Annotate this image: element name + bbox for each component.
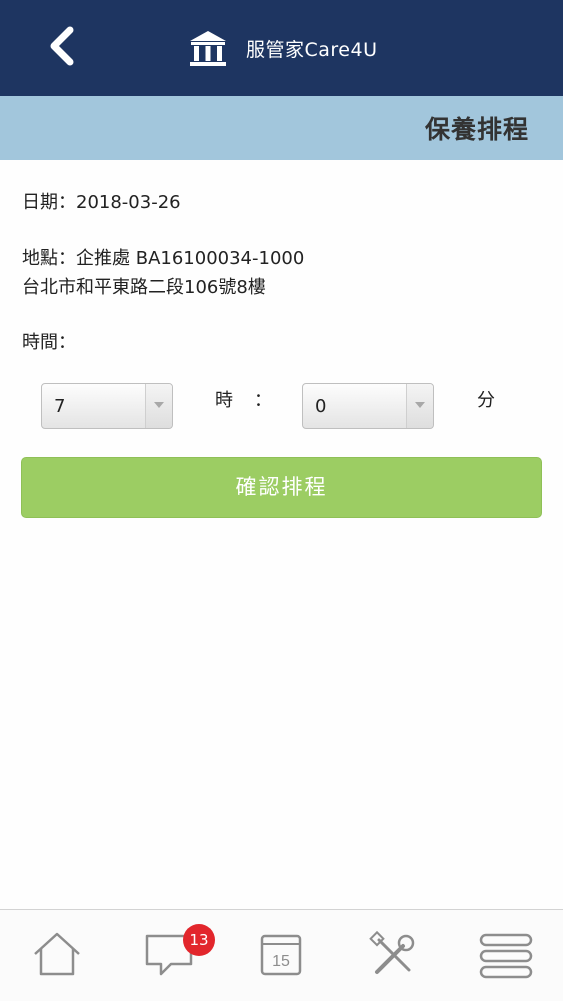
back-button[interactable] bbox=[40, 22, 90, 72]
top-nav-bar: 服管家Care4U bbox=[0, 0, 563, 96]
page-title: 保養排程 bbox=[424, 115, 529, 144]
tools-icon bbox=[369, 930, 415, 974]
chevron-down-icon bbox=[415, 402, 425, 408]
minute-select-value: 0 bbox=[315, 396, 327, 417]
minute-select-arrow bbox=[406, 384, 433, 428]
location-text: 地點：企推處 BA16100034-1000 bbox=[22, 248, 305, 269]
time-separator: ： bbox=[254, 390, 272, 411]
menu-icon bbox=[479, 933, 533, 979]
chevron-left-icon bbox=[50, 26, 74, 66]
minute-unit-label: 分 bbox=[477, 390, 495, 411]
tab-maintenance[interactable] bbox=[365, 928, 421, 984]
hour-select-value: 7 bbox=[54, 396, 66, 417]
chevron-down-icon bbox=[154, 402, 164, 408]
home-icon bbox=[34, 932, 80, 976]
calendar-day-number: 15 bbox=[272, 953, 290, 970]
section-header: 保養排程 bbox=[0, 96, 563, 160]
hour-select[interactable]: 7 bbox=[41, 383, 173, 429]
app-brand: 服管家Care4U bbox=[188, 28, 378, 68]
address-text: 台北市和平東路二段106號8樓 bbox=[22, 277, 266, 298]
date-text: 日期：2018-03-26 bbox=[22, 192, 181, 213]
bank-building-icon bbox=[190, 31, 226, 66]
tab-home[interactable] bbox=[29, 928, 85, 984]
minute-select[interactable]: 0 bbox=[302, 383, 434, 429]
hour-unit-label: 時 bbox=[215, 390, 233, 411]
calendar-icon: 15 bbox=[260, 934, 302, 976]
time-label: 時間： bbox=[22, 332, 76, 353]
tab-menu[interactable] bbox=[478, 928, 534, 984]
hour-select-arrow bbox=[145, 384, 172, 428]
tab-calendar[interactable]: 15 bbox=[253, 928, 309, 984]
message-count-badge: 13 bbox=[183, 924, 215, 956]
confirm-schedule-button[interactable]: 確認排程 bbox=[21, 457, 542, 518]
app-title: 服管家Care4U bbox=[246, 38, 378, 61]
